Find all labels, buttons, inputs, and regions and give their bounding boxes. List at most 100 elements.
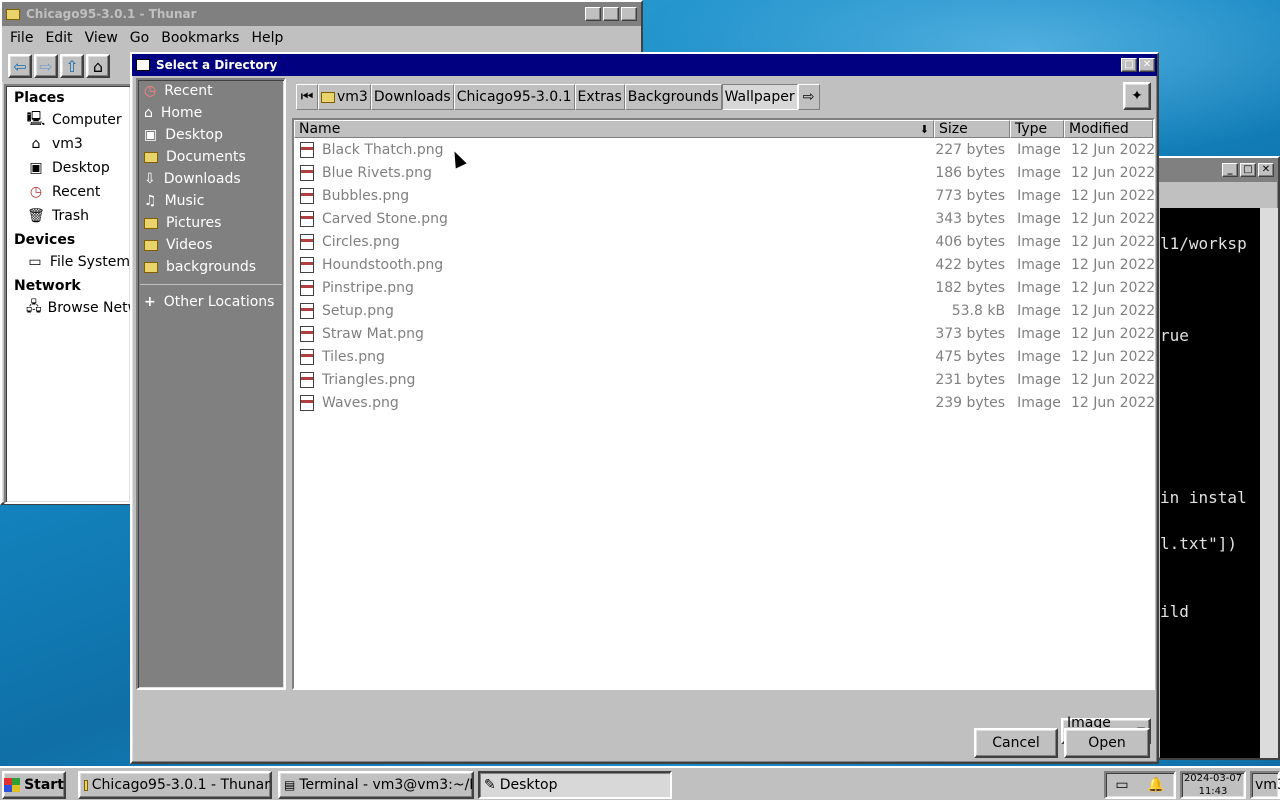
places-item-desktop[interactable]: ▣ Desktop [138, 124, 284, 146]
menu-bookmarks[interactable]: Bookmarks [155, 30, 245, 46]
places-item-other-locations[interactable]: + Other Locations [138, 291, 284, 313]
places-item-recent[interactable]: ◷ Recent [138, 80, 284, 102]
sidebar-item-computer[interactable]: 🖳 Computer [6, 108, 130, 132]
close-button[interactable]: ✕ [1258, 163, 1274, 177]
file-name-cell: Circles.png [294, 233, 933, 250]
image-file-icon [300, 371, 314, 388]
forward-button[interactable]: ⇨ [34, 54, 58, 78]
sidebar-item-label: vm3 [52, 136, 83, 152]
column-header-type[interactable]: Type [1010, 120, 1064, 138]
maximize-button[interactable]: □ [1121, 58, 1137, 72]
path-segment-backgrounds[interactable]: Backgrounds [624, 84, 722, 110]
create-folder-button[interactable]: ✦ [1123, 82, 1151, 110]
open-button[interactable]: Open [1064, 728, 1150, 758]
task-terminal[interactable]: ▤Terminal - vm3@vm3:~/D... [278, 771, 474, 799]
file-modified: 12 Jun 2022 [1071, 348, 1156, 365]
minimize-button[interactable]: _ [1222, 163, 1238, 177]
path-scroll-left-button[interactable]: ⏮ [296, 84, 318, 110]
file-name: Black Thatch.png [322, 141, 444, 158]
path-segment-downloads[interactable]: Downloads [370, 84, 454, 110]
file-modified: 12 Jun 2022 [1071, 256, 1156, 273]
menu-view[interactable]: View [79, 30, 124, 46]
places-item-downloads[interactable]: ⇩ Downloads [138, 168, 284, 190]
terminal-window[interactable]: _ □ ✕ l1/worksp rue in instal l.txt"]) i… [1150, 156, 1280, 760]
file-row[interactable]: Triangles.png 231 bytes Image 12 Jun 2022 [294, 368, 1156, 391]
file-row[interactable]: Black Thatch.png 227 bytes Image 12 Jun 202… [294, 138, 1155, 161]
path-segment-vm3[interactable]: vm3 [318, 84, 371, 110]
maximize-button[interactable]: □ [603, 7, 619, 21]
menu-file[interactable]: File [4, 30, 39, 46]
file-row[interactable]: Carved Stone.png 343 bytes Image 12 Jun 202… [294, 207, 1155, 230]
column-header-name[interactable]: Name ⬇ [294, 120, 934, 138]
arrow-left-icon: ⇦ [13, 56, 27, 76]
file-type: Image [1017, 394, 1061, 411]
minimize-button[interactable]: _ [585, 7, 601, 21]
file-list-header: Name ⬇ Size Type Modified [294, 120, 1153, 138]
cancel-button[interactable]: Cancel [974, 728, 1058, 758]
home-button[interactable]: ⌂ [86, 54, 110, 78]
network-tray-icon[interactable]: ▭ [1115, 777, 1128, 793]
dialog-title: Select a Directory [156, 58, 278, 72]
thunar-sidebar: Places 🖳 Computer ⌂ vm3 ▣ Desktop ◷ Recent 🗑… [4, 84, 139, 504]
path-scroll-right-button[interactable]: ⇨ [797, 84, 820, 110]
file-row[interactable]: Waves.png 239 bytes Image 12 Jun 2022 [294, 391, 1155, 414]
image-file-icon [300, 325, 314, 342]
file-row[interactable]: Houndstooth.png 422 bytes Image 12 Jun 2022 [294, 253, 1156, 276]
file-row[interactable]: Pinstripe.png 182 bytes Image 12 Jun 2022 [294, 276, 1155, 299]
menu-edit[interactable]: Edit [39, 30, 78, 46]
places-item-music[interactable]: ♫ Music [138, 190, 284, 212]
file-row[interactable]: Straw Mat.png 373 bytes Image 12 Jun 2022 [294, 322, 1155, 345]
column-header-modified[interactable]: Modified [1064, 120, 1153, 138]
sidebar-item-browse-network[interactable]: 🖧 Browse Netw [6, 296, 139, 320]
menu-go[interactable]: Go [124, 30, 155, 46]
select-directory-dialog[interactable]: Select a Directory □ ✕ ◷ Recent ⌂ Home ▣ De… [130, 52, 1159, 764]
close-button[interactable]: ✕ [621, 7, 637, 21]
computer-icon: 🖳 [26, 111, 46, 127]
file-row[interactable]: Blue Rivets.png 186 bytes Image 12 Jun 2022 [294, 161, 1155, 184]
path-segment-chicago95[interactable]: Chicago95-3.0.1 [453, 84, 575, 110]
column-header-size[interactable]: Size [934, 120, 1010, 138]
dialog-titlebar[interactable]: Select a Directory □ ✕ [132, 54, 1157, 76]
places-item-backgrounds[interactable]: backgrounds [138, 256, 284, 278]
close-button[interactable]: ✕ [1139, 58, 1155, 72]
file-row[interactable]: Tiles.png 475 bytes Image 12 Jun 2022 [294, 345, 1156, 368]
path-segment-extras[interactable]: Extras [574, 84, 625, 110]
sidebar-item-desktop[interactable]: ▣ Desktop [6, 156, 130, 180]
clock[interactable]: 2024-03-07 11:43 [1180, 771, 1246, 799]
task-desktop[interactable]: ✎ Desktop [478, 771, 672, 799]
sidebar-item-trash[interactable]: 🗑 Trash [6, 204, 130, 228]
terminal-titlebar[interactable]: _ □ ✕ [1152, 158, 1278, 182]
file-rows: Black Thatch.png 227 bytes Image 12 Jun 202… [294, 138, 1156, 414]
maximize-button[interactable]: □ [1240, 163, 1256, 177]
places-item-pictures[interactable]: Pictures [138, 212, 284, 234]
user-indicator[interactable]: vm3 [1250, 771, 1280, 799]
places-item-home[interactable]: ⌂ Home [138, 102, 284, 124]
terminal-scrollbar[interactable] [1260, 208, 1278, 758]
sidebar-item-recent[interactable]: ◷ Recent [6, 180, 130, 204]
thunar-titlebar[interactable]: Chicago95-3.0.1 - Thunar _ □ ✕ [2, 2, 641, 26]
file-row[interactable]: Setup.png 53.8 kB Image 12 Jun 2022 [294, 299, 1155, 322]
file-name: Waves.png [322, 394, 399, 411]
file-row[interactable]: Bubbles.png 773 bytes Image 12 Jun 2022 [294, 184, 1155, 207]
places-item-videos[interactable]: Videos [138, 234, 284, 256]
menu-help[interactable]: Help [245, 30, 289, 46]
task-thunar[interactable]: Chicago95-3.0.1 - Thunar [78, 771, 272, 799]
file-size: 406 bytes [935, 233, 1006, 250]
sidebar-item-label: File System [49, 254, 130, 270]
sidebar-item-file-system[interactable]: ▭ File System [6, 250, 130, 274]
file-name: Setup.png [322, 302, 394, 319]
file-list[interactable]: Name ⬇ Size Type Modified Black Thatch.pn… [292, 118, 1155, 690]
terminal-line: l1/worksp [1160, 234, 1247, 253]
terminal-screen[interactable]: l1/worksp rue in instal l.txt"]) ild [1160, 208, 1264, 758]
file-row[interactable]: Circles.png 406 bytes Image 12 Jun 2022 [294, 230, 1155, 253]
back-button[interactable]: ⇦ [8, 54, 32, 78]
notification-bell-icon[interactable]: 🔔 [1147, 777, 1164, 793]
clock-date: 2024-03-07 [1183, 773, 1243, 784]
file-modified: 12 Jun 2022 [1071, 371, 1156, 388]
up-button[interactable]: ⇧ [60, 54, 84, 78]
sidebar-item-vm3[interactable]: ⌂ vm3 [6, 132, 130, 156]
places-item-label: backgrounds [166, 259, 257, 275]
start-button[interactable]: Start [2, 771, 66, 799]
path-segment-wallpaper[interactable]: Wallpaper [721, 84, 798, 110]
places-item-documents[interactable]: Documents [138, 146, 284, 168]
